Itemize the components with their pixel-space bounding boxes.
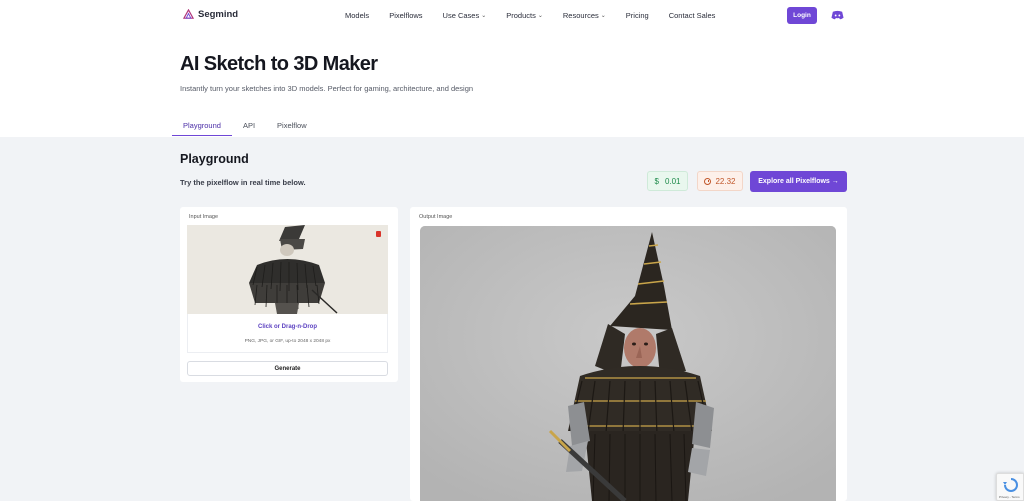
page-subtitle: Instantly turn your sketches into 3D mod…: [180, 84, 474, 93]
playground-subtitle: Try the pixelflow in real time below.: [180, 178, 306, 187]
nav-item-pixelflows[interactable]: Pixelflows: [389, 11, 422, 20]
input-image-preview[interactable]: [187, 225, 388, 314]
chevron-down-icon: ⌄: [537, 13, 543, 19]
input-panel: Input Image Click or Drag-n-Drop PNG, JP…: [180, 207, 398, 382]
nav-item-pricing[interactable]: Pricing: [626, 11, 649, 20]
nav-item-use-cases[interactable]: Use Cases ⌄: [443, 11, 487, 20]
tab-playground[interactable]: Playground: [172, 116, 232, 136]
nav-label: Pixelflows: [389, 11, 423, 20]
upload-dropzone[interactable]: Click or Drag-n-Drop PNG, JPG, or GIF, u…: [187, 314, 388, 353]
price-value: 0.01: [664, 176, 681, 186]
nav-item-products[interactable]: Products ⌄: [506, 11, 543, 20]
nav-label: Pricing: [625, 11, 649, 20]
dropzone-hint: PNG, JPG, or GIF, up-to 2048 x 2048 px: [244, 339, 331, 344]
discord-icon[interactable]: [831, 10, 844, 20]
brand-name: Segmind: [198, 9, 239, 20]
main-menu: Models Pixelflows Use Cases ⌄ Products ⌄ R…: [345, 11, 735, 20]
dollar-icon: $: [654, 176, 659, 186]
tab-pixelflow[interactable]: Pixelflow: [266, 116, 318, 136]
delete-icon[interactable]: [376, 231, 381, 237]
generate-button[interactable]: Generate: [187, 361, 388, 376]
clock-icon: [704, 177, 712, 185]
playground-title: Playground: [180, 152, 249, 166]
time-value: 22.32: [715, 176, 736, 186]
dropzone-title[interactable]: Click or Drag-n-Drop: [188, 324, 387, 330]
nav-label: Use Cases: [442, 11, 480, 20]
nav-label: Resources: [562, 11, 599, 20]
nav-item-models[interactable]: Models: [345, 11, 369, 20]
nav-item-contact-sales[interactable]: Contact Sales: [669, 11, 716, 20]
recaptcha-badge[interactable]: Privacy - Terms: [996, 473, 1024, 501]
playground-section: Playground Try the pixelflow in real tim…: [0, 137, 1024, 501]
output-image-label: Output Image: [419, 214, 453, 220]
time-badge: 22.32: [697, 171, 743, 191]
output-image[interactable]: [420, 226, 836, 501]
input-image-label: Input Image: [189, 214, 219, 220]
nav-label: Contact Sales: [668, 11, 716, 20]
recaptcha-text[interactable]: Privacy - Terms: [999, 495, 1020, 499]
nav-label: Models: [345, 11, 370, 20]
page-title: AI Sketch to 3D Maker: [180, 53, 378, 75]
nav-label: Products: [506, 11, 536, 20]
nav-item-resources[interactable]: Resources ⌄: [563, 11, 606, 20]
tab-bar: Playground API Pixelflow: [172, 116, 318, 136]
recaptcha-icon: [1003, 478, 1018, 492]
chevron-down-icon: ⌄: [481, 13, 487, 19]
sketch-image: [187, 225, 388, 314]
generated-3d-character-image: [420, 226, 836, 501]
brand-logo[interactable]: Segmind: [183, 9, 238, 20]
segmind-logo-icon: [183, 9, 194, 19]
output-panel: Output Image: [410, 207, 847, 501]
chevron-down-icon: ⌄: [600, 13, 606, 19]
login-button[interactable]: Login: [787, 7, 817, 24]
top-nav: Segmind Models Pixelflows Use Cases ⌄ Pro…: [0, 0, 1024, 33]
tab-api[interactable]: API: [232, 116, 266, 136]
explore-pixelflows-button[interactable]: Explore all Pixelflows →: [750, 171, 847, 192]
price-badge: $ 0.01: [647, 171, 688, 191]
